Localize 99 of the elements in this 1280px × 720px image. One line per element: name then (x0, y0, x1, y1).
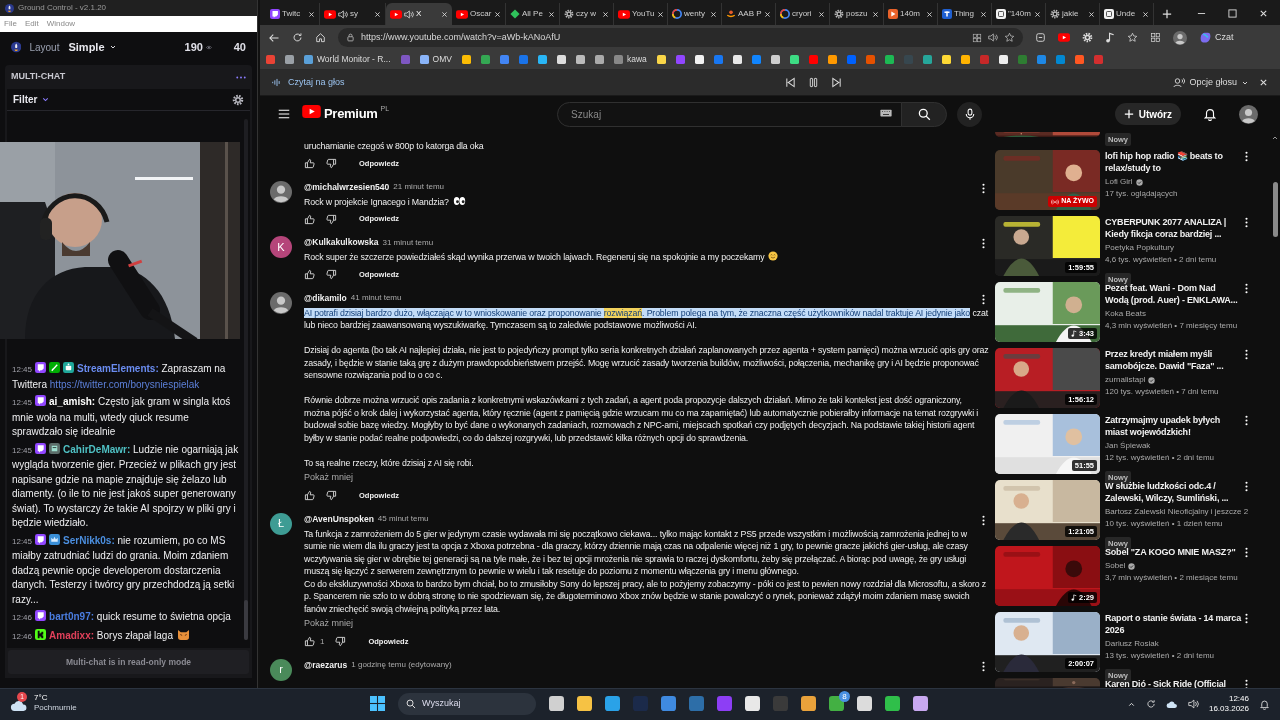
video-title[interactable]: Przez kredyt miałem myśli samobójcze. Dawid "Faza" ... (1105, 348, 1241, 372)
tab-title: czy w (576, 8, 596, 20)
tab-title: wenty (684, 8, 705, 20)
tab-title: Twitc (282, 8, 301, 20)
channel-name[interactable]: Sobel (1105, 560, 1126, 572)
comment-text: Rock super że szczerze powiedziałeś skąd wynika przerwa w twoich lajwach. Regeneruj się na spokojnie a my poczekamy (304, 251, 989, 264)
channel-name[interactable]: zurnalistapl (1105, 374, 1146, 386)
comment-text: uruchamianie czegoś w 800p to katorga dla oka (304, 140, 485, 153)
voice-options-button[interactable]: Opcje głosu (1173, 75, 1249, 90)
tab-title: YouTu (632, 8, 655, 20)
video-meta: 13 tys. wyświetleń • 2 dni temu (1105, 650, 1216, 661)
copilot-button[interactable]: Czat (1199, 30, 1234, 45)
tab-title: X (416, 8, 422, 20)
comment-time: 41 minut temu (350, 292, 402, 304)
menu-item[interactable]: File (4, 20, 17, 28)
video-meta: 120 tys. wyświetleń • 7 dni temu (1105, 386, 1220, 397)
read-only-notice: Multi-chat is in read-only mode (8, 650, 249, 674)
video-title[interactable]: CYBERPUNK 2077 ANALIZA | Kiedy fikcja coraz bardziej ... (1105, 216, 1241, 240)
video-meta: 3,7 mln wyświetleń • 2 miesiące temu (1105, 572, 1239, 583)
menu-item[interactable]: Edit (24, 20, 39, 28)
tab-title: "140m (1008, 8, 1031, 20)
comment-author[interactable]: @Kulkakulkowska (304, 236, 379, 249)
comment-text: Rock w projekcie Ignacego i Mandzia? (304, 195, 989, 208)
panel-title: MULTI-CHAT (11, 70, 66, 84)
link[interactable]: https://twitter.com/borysniespielak (49, 378, 200, 390)
tab-title: Thing (954, 8, 974, 20)
comment-text: Ta funkcja z zamrożeniem do 5 gier w jedynym czasie wydawała mi się początkowo ciekawa... tylko mając kontakt z PS5 przede wszystkim i możliwością zamrożenia jednej to w sumie nie wiem dla ilu graczy jest ta opcja z Xboxa potrzebna - dla graczy, którzy dziennie mają czas na odpalenie więcej niż 1 gry, to pewnie gracze jakichś gier-usług, ale czasy wczytywania się gier w obrębie tej generacji są na tyle małe, że i bez tej opcji mrożenia nie sprawia to raczej dyskomfortu, żeby się przełączać. A biorąc pod uwagę, że gry usługi muszą się łączyć z serwerem zewnętrznym to pewnie w wielu i tak resetuje do poziomu z momentu włączenia gry i menu głównego. Co do ekskluzywności Xboxa to bardzo bym chciał, bo to zmusiłoby Sony do lepszej pracy, ale to pożyjemy zobaczymy - póki co jest to pewien nowy rozdział dla Microsoftu, a skoro z p. Spancerem nie szło to w dobrą stronę to nie spodziewam się, że długoterminowo Xbox znów będzie w stanie powalczyć o rynek, ponieważ zdążył moim zdaniem masę swoich fanów zniechęcić swoją chwiejną polityką przez lata. (304, 527, 988, 615)
layout-dropdown[interactable]: Simple (68, 38, 117, 56)
like-count: 1 (320, 635, 325, 648)
video-meta: 17 tys. oglądających (1105, 188, 1179, 199)
layout-label: Layout (29, 40, 60, 55)
comment-author[interactable]: @AvenUnspoken (304, 512, 374, 526)
follower-count: 40 (233, 39, 246, 55)
clock-time[interactable]: 12:46 (1228, 694, 1249, 704)
chat-message: 12:46 bart0n97: quick resume to świetna opcja (12, 610, 232, 624)
tab-title: sy (350, 8, 358, 20)
channel-name[interactable]: Poetyka Popkultury (1105, 242, 1174, 254)
window-title: Ground Control - v2.1.20 (18, 4, 107, 12)
comment-author[interactable]: @michalwrzesien540 (304, 180, 390, 194)
comment-time: 31 minut temu (382, 236, 434, 249)
tab-title: All Pe (522, 8, 543, 20)
channel-name[interactable]: Jan Śpiewak (1105, 440, 1151, 452)
tab-title: Oscar (470, 8, 492, 20)
video-title[interactable]: Raport o stanie świata - 14 marca 2026 (1105, 612, 1241, 636)
bookmark-label: OMV (432, 53, 452, 66)
comment-author[interactable]: @dikamilo (304, 291, 347, 305)
channel-name[interactable]: Koka Beats (1105, 308, 1146, 320)
video-meta: 10 tys. wyświetleń • 1 dzień temu (1105, 518, 1224, 529)
comment-time: 21 minut temu (393, 181, 444, 193)
video-title[interactable]: Zatrzymajmy upadek byłych miast wojewódzkich! (1105, 414, 1241, 438)
video-title[interactable]: Karen Dió - Sick Ride (Official (1105, 678, 1241, 688)
tab-title: jakie (1062, 8, 1079, 20)
bookmark[interactable]: OMV (419, 53, 452, 66)
url-text: https://www.youtube.com/watch?v=aWb-kANoAfU (361, 30, 562, 44)
comment-time: 1 godzinę temu (edytowany) (351, 659, 452, 671)
video-meta: 12 tys. wyświetleń • 2 dni temu (1105, 452, 1216, 463)
tab-title: 140m (900, 8, 920, 20)
avatar: K (270, 236, 292, 258)
video-title[interactable]: W służbie ludzkości odc.4 / Zalewski, Wilczy, Sumliński, ... (1105, 480, 1241, 504)
create-button[interactable]: Utwórz (1114, 103, 1181, 125)
chat-message: 12:46 Amadixx: Borys złapał laga (12, 628, 241, 644)
chat-message: 12:45 SerNikk0s: nie rozumiem, po co MS miałby zatrudniać ludzi do grania. Moim zdaniem dadzą pewnie opcje developerom dostarczenia danych. Testerzy i twórcy gry przechdodzą ją setki razy... (12, 533, 236, 607)
video-meta: 4,6 tys. wyświetleń • 2 dni temu (1105, 254, 1218, 265)
temperature: 7°C (34, 693, 49, 703)
video-meta: 4,3 mln wyświetleń • 7 miesięcy temu (1105, 320, 1239, 331)
bookmark-label: kawa (626, 53, 647, 66)
bookmark[interactable]: kawa (613, 53, 647, 66)
video-title[interactable]: Sobel "ZA KOGO MNIE MASZ?" (1105, 546, 1241, 558)
tab-title: cryori (792, 8, 812, 20)
video-title[interactable]: lofi hip hop radio 📚 beats to relax/study to (1105, 150, 1241, 174)
tab-title: Unde (1116, 8, 1136, 20)
comment-author[interactable]: @raezarus (304, 658, 348, 672)
video-title[interactable]: Pezet feat. Wani - Dom Nad Wodą (prod. Auer) - ENKLAWA... (1105, 282, 1241, 306)
browser-tab[interactable]: X (386, 3, 452, 25)
clock-date[interactable]: 16.03.2026 (1208, 704, 1249, 714)
comment-time: 45 minut temu (377, 513, 429, 525)
viewer-count: 190 (184, 39, 203, 55)
avatar: r (270, 658, 292, 681)
tab-title: poszu (846, 8, 868, 20)
search-placeholder: Wyszukaj (422, 696, 461, 710)
tab-title: AAB P (738, 8, 762, 20)
weather-condition: Pochmurnie (34, 703, 77, 713)
chat-message: 12:45 ai_amish: Często jak gram w singla ktoś mnie woła na multi, wtedy qiuck resume sprawdzało się idealnie (12, 395, 232, 439)
search-field[interactable]: Szukaj (557, 102, 903, 127)
avatar: Ł (270, 512, 292, 535)
show-less-link[interactable]: Pokaż mniej (304, 617, 354, 631)
notification-badge: 8 (839, 691, 850, 702)
menu-item[interactable]: Window (46, 20, 76, 28)
logo-text: Premium (324, 105, 378, 124)
show-less-link[interactable]: Pokaż mniej (304, 471, 354, 485)
chat-message: 12:45 CahirDeMawr: Ludzie nie ogarniają jak wygląda tworzenie gier. Przecież w plikach gry jest napisane gdzie na mapie znajduje się żelazo lub diamenty. (o ile to nie jest jakoś super generowany świat). To wystarczy że takie AI spojrzy w pliki gry i będzie wiedziało. (12, 442, 240, 530)
read-aloud-button[interactable]: Czytaj na głos (272, 75, 345, 90)
channel-name[interactable]: Bartosz Zalewski Nieoficjalny i jeszcze 2 (1105, 506, 1249, 518)
channel-name[interactable]: Lofi Girl (1105, 176, 1133, 188)
filter-dropdown[interactable]: Filter (13, 92, 51, 107)
address-bar[interactable]: https://www.youtube.com/watch?v=aWb-kANoAfU (338, 28, 1023, 47)
taskbar-search-field[interactable]: Wyszukaj (398, 692, 536, 715)
channel-name[interactable]: Dariusz Rosiak (1105, 638, 1159, 650)
chat-message: 12:45 StreamElements: Zapraszam na Twittera https://twitter.com/borysniespielak (12, 362, 227, 392)
